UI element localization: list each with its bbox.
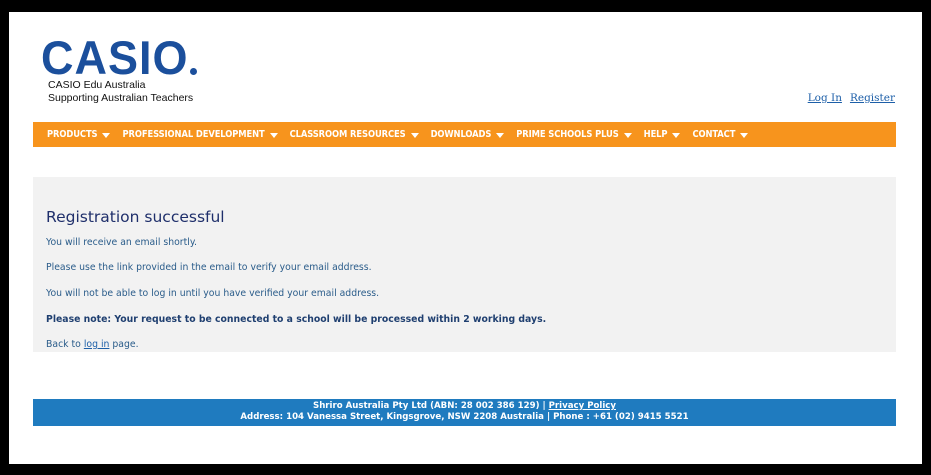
chevron-down-icon bbox=[496, 132, 505, 138]
footer-company: Shriro Australia Pty Ltd (ABN: 28 002 38… bbox=[313, 401, 549, 411]
casio-logo[interactable]: CASIO bbox=[41, 30, 197, 85]
content-panel: Registration successful You will receive… bbox=[33, 177, 896, 352]
nav-item-label: HELP bbox=[643, 129, 668, 140]
message-line-email: You will receive an email shortly. bbox=[46, 237, 197, 248]
tagline-title: CASIO Edu Australia bbox=[48, 79, 146, 91]
page-title: Registration successful bbox=[46, 208, 225, 226]
back-prefix: Back to bbox=[46, 339, 84, 350]
nav-item-label: PRODUCTS bbox=[47, 129, 98, 140]
back-to-login: Back to log in page. bbox=[46, 339, 139, 350]
tagline: CASIO Edu Australia Supporting Australia… bbox=[48, 79, 193, 105]
tagline-subtitle: Supporting Australian Teachers bbox=[48, 92, 194, 104]
back-login-link[interactable]: log in bbox=[84, 339, 110, 350]
nav-item-contact[interactable]: CONTACT bbox=[692, 129, 749, 140]
chevron-down-icon bbox=[410, 132, 419, 138]
footer-address: Address: 104 Vanessa Street, Kingsgrove,… bbox=[240, 412, 689, 422]
logo-wordmark: CASIO bbox=[41, 30, 189, 85]
privacy-policy-link[interactable]: Privacy Policy bbox=[549, 401, 616, 411]
chevron-down-icon bbox=[623, 132, 632, 138]
nav-item-products[interactable]: PRODUCTS bbox=[47, 129, 111, 140]
back-suffix: page. bbox=[109, 339, 139, 350]
main-nav: PRODUCTS PROFESSIONAL DEVELOPMENT CLASSR… bbox=[33, 122, 896, 147]
nav-item-label: PRIME SCHOOLS PLUS bbox=[516, 129, 619, 140]
message-line-login: You will not be able to log in until you… bbox=[46, 288, 380, 299]
nav-item-classroom-resources[interactable]: CLASSROOM RESOURCES bbox=[290, 129, 419, 140]
message-line-verify: Please use the link provided in the emai… bbox=[46, 262, 372, 273]
nav-item-label: CLASSROOM RESOURCES bbox=[289, 129, 406, 140]
message-note: Please note: Your request to be connecte… bbox=[46, 314, 547, 325]
page: CASIO CASIO Edu Australia Supporting Aus… bbox=[9, 12, 922, 464]
nav-item-label: PROFESSIONAL DEVELOPMENT bbox=[122, 129, 265, 140]
footer-company-line: Shriro Australia Pty Ltd (ABN: 28 002 38… bbox=[33, 401, 896, 412]
nav-item-downloads[interactable]: DOWNLOADS bbox=[431, 129, 505, 140]
chevron-down-icon bbox=[102, 132, 111, 138]
nav-item-help[interactable]: HELP bbox=[644, 129, 681, 140]
nav-item-label: DOWNLOADS bbox=[430, 129, 492, 140]
nav-item-prime-schools-plus[interactable]: PRIME SCHOOLS PLUS bbox=[516, 129, 632, 140]
chevron-down-icon bbox=[672, 132, 681, 138]
register-link[interactable]: Register bbox=[850, 92, 895, 104]
nav-item-professional-development[interactable]: PROFESSIONAL DEVELOPMENT bbox=[122, 129, 278, 140]
chevron-down-icon bbox=[269, 132, 278, 138]
footer: Shriro Australia Pty Ltd (ABN: 28 002 38… bbox=[33, 399, 896, 426]
nav-item-label: CONTACT bbox=[692, 129, 736, 140]
login-link[interactable]: Log In bbox=[808, 92, 842, 104]
chevron-down-icon bbox=[740, 132, 749, 138]
logo-dot-icon bbox=[189, 68, 197, 75]
auth-links: Log In Register bbox=[800, 92, 895, 104]
